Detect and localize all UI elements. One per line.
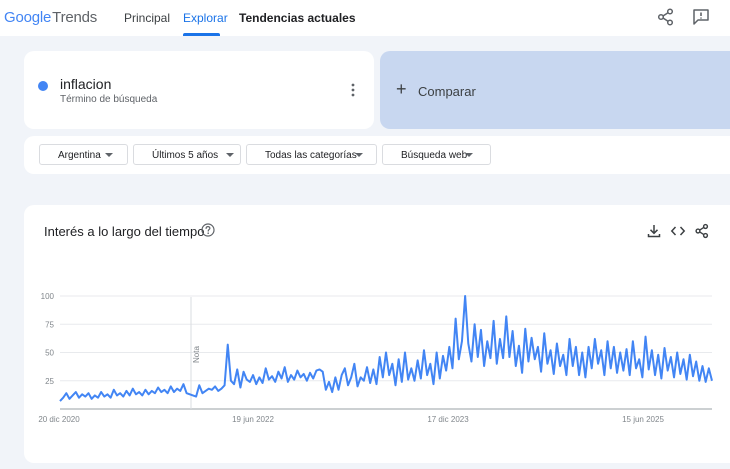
plus-icon: +	[396, 79, 407, 99]
interest-line-chart: 25 50 75 100 Nota 20 dic 2020 19 jun 2022 17 …	[38, 292, 713, 424]
y-tick-label: 75	[45, 320, 54, 329]
share-icon[interactable]	[656, 7, 676, 27]
tab-tendencias-actuales[interactable]: Tendencias actuales	[239, 11, 356, 25]
region-select[interactable]: Argentina	[39, 144, 128, 165]
y-tick-label: 25	[45, 377, 54, 386]
y-tick-label: 50	[45, 349, 54, 358]
app-header: GoogleTrends Principal Explorar Tendenci…	[0, 0, 730, 36]
series-line-inflacion[interactable]	[59, 295, 713, 402]
time-range-select[interactable]: Últimos 5 años	[133, 144, 241, 165]
search-type-select[interactable]: Búsqueda web	[382, 144, 491, 165]
region-select-label: Argentina	[58, 150, 101, 161]
chevron-down-icon	[105, 153, 113, 157]
compare-label: Comparar	[418, 84, 476, 99]
logo-trends: Trends	[52, 9, 98, 26]
term-color-dot	[38, 81, 48, 91]
term-name: inflacion	[60, 76, 112, 92]
tab-principal[interactable]: Principal	[124, 11, 170, 25]
category-select-label: Todas las categorías	[265, 150, 357, 161]
x-tick-label: 15 jun 2025	[622, 415, 664, 424]
feedback-icon[interactable]	[691, 7, 711, 27]
more-vert-icon[interactable]	[351, 83, 355, 97]
search-type-select-label: Búsqueda web	[401, 150, 468, 161]
logo-google: Google	[4, 9, 52, 26]
chevron-down-icon	[355, 153, 363, 157]
compare-button[interactable]: + Comparar	[380, 51, 730, 129]
y-tick-label: 100	[41, 292, 55, 301]
filters-bar: Argentina Últimos 5 años Todas las categ…	[24, 136, 730, 174]
search-term-card[interactable]: inflacion Término de búsqueda	[24, 51, 374, 129]
active-tab-indicator	[183, 33, 220, 36]
time-range-select-label: Últimos 5 años	[152, 150, 219, 161]
x-tick-label: 17 dic 2023	[427, 415, 469, 424]
x-tick-label: 20 dic 2020	[38, 415, 80, 424]
chevron-down-icon	[226, 153, 234, 157]
chevron-down-icon	[465, 153, 473, 157]
category-select[interactable]: Todas las categorías	[246, 144, 377, 165]
x-tick-label: 19 jun 2022	[232, 415, 274, 424]
tab-explorar[interactable]: Explorar	[183, 11, 228, 25]
note-label[interactable]: Nota	[192, 346, 201, 363]
term-type: Término de búsqueda	[60, 94, 158, 105]
interest-over-time-card: Interés a lo largo del tiempo 25 50 75 100 …	[24, 205, 730, 463]
google-trends-logo[interactable]: GoogleTrends	[4, 9, 97, 26]
